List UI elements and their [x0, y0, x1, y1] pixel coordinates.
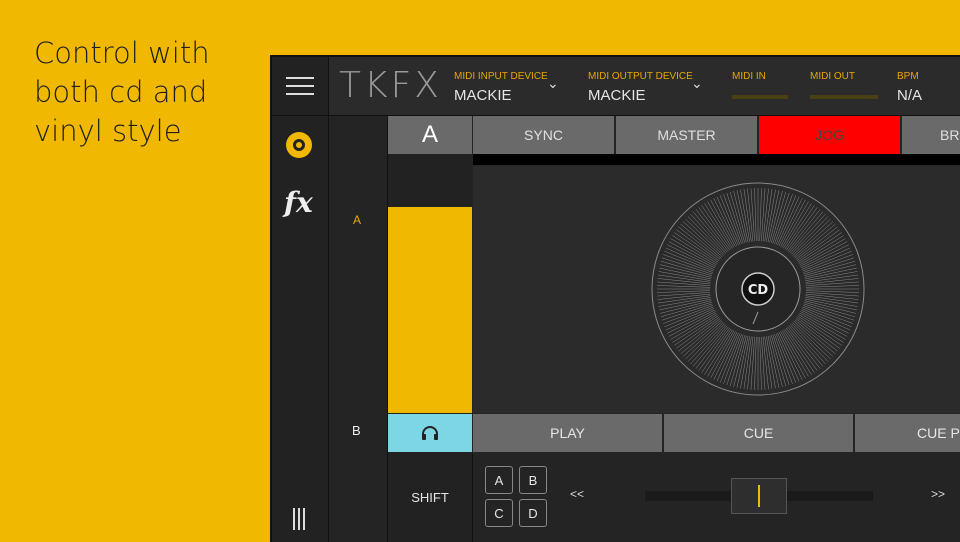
- fx-icon[interactable]: fx: [284, 186, 313, 219]
- cue-play-button[interactable]: CUE PLAY: [855, 414, 960, 452]
- bottom-controls: A B C D << >>: [473, 453, 960, 542]
- bpm-value: N/A: [897, 87, 923, 104]
- chevron-down-icon[interactable]: ⌄: [547, 75, 559, 92]
- jog-button[interactable]: JOG: [759, 116, 900, 154]
- waveform-bar: [473, 154, 960, 165]
- volume-level-fill: [388, 206, 472, 413]
- menu-icon[interactable]: [272, 57, 329, 116]
- midi-in-label: MIDI IN: [732, 71, 766, 82]
- pitch-slider-thumb[interactable]: [731, 478, 787, 514]
- chevron-down-icon[interactable]: ⌄: [691, 75, 703, 92]
- hotcue-c-button[interactable]: C: [485, 499, 513, 527]
- deck-a-label[interactable]: A: [353, 213, 361, 227]
- hotcue-d-button[interactable]: D: [519, 499, 547, 527]
- bars-icon[interactable]: [293, 508, 305, 530]
- headphones-icon: [422, 426, 438, 440]
- midi-out-label: MIDI OUT: [810, 71, 855, 82]
- midi-input-select[interactable]: MIDI INPUT DEVICE MACKIE: [454, 71, 548, 104]
- master-button[interactable]: MASTER: [616, 116, 757, 154]
- sync-button[interactable]: SYNC: [473, 116, 614, 154]
- play-button[interactable]: PLAY: [473, 414, 662, 452]
- jog-area: CD: [473, 166, 960, 413]
- promo-caption: Control with both cd and vinyl style: [34, 36, 210, 148]
- midi-out-meter: [810, 95, 878, 99]
- midi-input-label: MIDI INPUT DEVICE: [454, 71, 548, 82]
- midi-in-indicator: MIDI IN: [732, 71, 788, 99]
- header: TKFX MIDI INPUT DEVICE MACKIE ⌄ MIDI OUT…: [329, 57, 960, 116]
- midi-out-indicator: MIDI OUT: [810, 71, 878, 99]
- seek-back-button[interactable]: <<: [570, 487, 584, 501]
- midi-in-meter: [732, 95, 788, 99]
- cue-button[interactable]: CUE: [664, 414, 853, 452]
- midi-output-select[interactable]: MIDI OUTPUT DEVICE MACKIE: [588, 71, 693, 104]
- disc-icon[interactable]: [286, 132, 312, 158]
- deck-letter: A: [388, 116, 472, 154]
- midi-input-value: MACKIE: [454, 87, 512, 104]
- deck-label-column: A B: [329, 116, 388, 542]
- jog-wheel[interactable]: CD: [651, 182, 865, 396]
- volume-fader[interactable]: [388, 155, 472, 413]
- bpm-display: BPM N/A: [897, 71, 922, 104]
- app-logo: TKFX: [339, 65, 442, 106]
- browse-button[interactable]: BRO: [902, 116, 960, 154]
- tkfx-app: TKFX MIDI INPUT DEVICE MACKIE ⌄ MIDI OUT…: [270, 55, 960, 542]
- deck-b-label[interactable]: B: [352, 423, 361, 438]
- headphone-cue-button[interactable]: [388, 414, 472, 452]
- midi-output-label: MIDI OUTPUT DEVICE: [588, 71, 693, 82]
- midi-output-value: MACKIE: [588, 87, 646, 104]
- shift-button[interactable]: SHIFT: [388, 453, 473, 542]
- bpm-label: BPM: [897, 71, 919, 82]
- hotcue-b-button[interactable]: B: [519, 466, 547, 494]
- jog-cd-label: CD: [748, 283, 769, 298]
- seek-forward-button[interactable]: >>: [931, 487, 945, 501]
- hotcue-a-button[interactable]: A: [485, 466, 513, 494]
- sidebar: fx: [272, 116, 329, 542]
